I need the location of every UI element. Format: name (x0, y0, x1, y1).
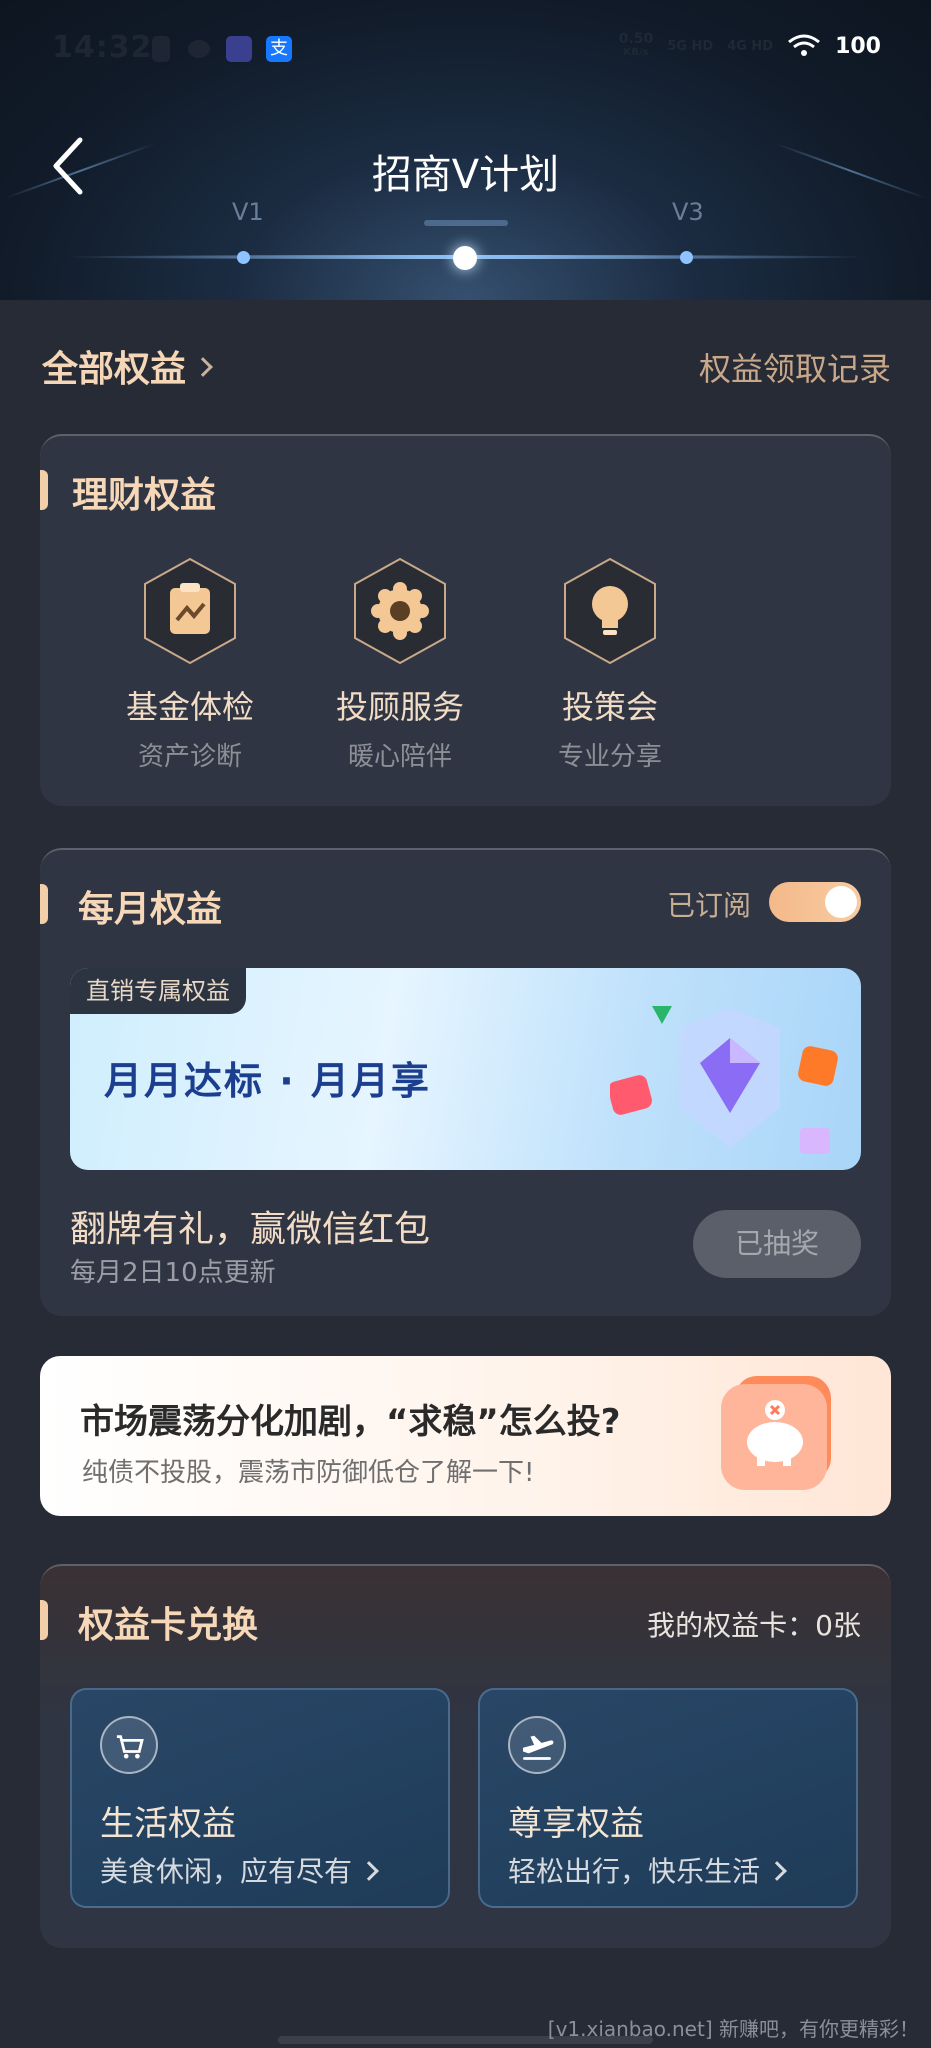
nav-header: 招商V计划 (0, 120, 931, 210)
level-dot-current (453, 246, 477, 270)
wealth-rights-card: 理财权益 基金体检 资产诊断 投顾服务 暖心陪伴 投策会 专业分享 (40, 434, 891, 806)
drawn-button[interactable]: 已抽奖 (693, 1210, 861, 1278)
level-dot-right (680, 251, 693, 264)
section-title: 理财权益 (72, 475, 217, 516)
rights-card-title: 尊享权益 (508, 1804, 644, 1844)
ad-subtitle: 纯债不投股，震荡市防御低仓了解一下! (82, 1458, 535, 1488)
chat-icon (188, 40, 210, 58)
clipboard-chart-icon (144, 557, 236, 665)
feature-name: 基金体检 (125, 688, 254, 726)
banner-text: 月月达标 · 月月享 (104, 1059, 431, 1103)
rights-records-link[interactable]: 权益领取记录 (699, 344, 891, 390)
section-accent (40, 1600, 48, 1640)
current-level-marker (424, 220, 508, 226)
page-title: 招商V计划 (371, 152, 560, 198)
level-progress-track: V1 V3 (0, 198, 931, 280)
rights-card-subtitle: 美食休闲，应有尽有 (100, 1850, 379, 1890)
all-rights-link[interactable]: 全部权益 (42, 340, 213, 392)
section-accent (40, 884, 48, 924)
ad-title: 市场震荡分化加剧，“求稳”怎么投? (80, 1402, 621, 1442)
wifi-icon (788, 34, 820, 56)
video-app-icon (226, 36, 252, 62)
promo-title: 翻牌有礼，赢微信红包 (70, 1209, 431, 1250)
subscribed-label: 已订阅 (666, 889, 751, 922)
feature-sub: 资产诊断 (137, 742, 242, 772)
section-accent (40, 470, 48, 510)
feature-strategy-meeting[interactable]: 投策会 专业分享 (520, 556, 700, 773)
status-time: 14:32 (52, 30, 153, 65)
signal-icon-4g: 4G HD (727, 38, 774, 54)
monthly-rights-card: 每月权益 已订阅 直销专属权益 月月达标 · 月月享 翻牌有礼，赢微信红包 每月… (40, 848, 891, 1316)
battery-level: 100 (835, 33, 881, 59)
level-label-left: V1 (232, 198, 264, 226)
life-rights-card[interactable]: 生活权益 美食休闲，应有尽有 (70, 1688, 450, 1908)
my-rights-cards-count: 我的权益卡：0张 (647, 1609, 861, 1642)
subscribe-toggle[interactable] (769, 882, 861, 922)
feature-advisory-service[interactable]: 投顾服务 暖心陪伴 (310, 556, 490, 773)
status-right: 0.50 KB/s 5G HD 4G HD 100 (619, 32, 881, 60)
chevron-right-icon (193, 357, 213, 377)
market-ad-card[interactable]: 市场震荡分化加剧，“求稳”怎么投? 纯债不投股，震荡市防御低仓了解一下! (40, 1356, 891, 1516)
alipay-icon: 支 (266, 36, 292, 62)
rights-card-title: 生活权益 (100, 1804, 236, 1844)
piggy-bank-icon (721, 1376, 831, 1490)
section-title: 权益卡兑换 (78, 1605, 259, 1646)
feature-fund-checkup[interactable]: 基金体检 资产诊断 (100, 556, 280, 773)
section-title: 每月权益 (78, 889, 223, 930)
chevron-right-icon (767, 1861, 787, 1881)
watermark: [v1.xianbao.net] 新赚吧，有你更精彩！ (547, 2017, 919, 2041)
feature-sub: 专业分享 (557, 742, 662, 772)
airplane-icon (508, 1716, 566, 1774)
feature-sub: 暖心陪伴 (347, 742, 452, 772)
exchange-card: 权益卡兑换 我的权益卡：0张 生活权益 美食休闲，应有尽有 尊享权益 轻松出行，… (40, 1564, 891, 1948)
cart-icon (100, 1716, 158, 1774)
level-label-right: V3 (672, 198, 704, 226)
status-bar: 14:32 支 0.50 KB/s 5G HD 4G HD 100 (0, 0, 931, 100)
promo-subtitle: 每月2日10点更新 (70, 1258, 276, 1288)
rights-card-subtitle: 轻松出行，快乐生活 (508, 1850, 787, 1890)
feature-name: 投策会 (561, 688, 658, 726)
chevron-right-icon (359, 1861, 379, 1881)
lightbulb-icon (564, 557, 656, 665)
signal-icon-5g: 5G HD (667, 38, 714, 54)
premium-rights-card[interactable]: 尊享权益 轻松出行，快乐生活 (478, 1688, 858, 1908)
gear-flower-icon (354, 557, 446, 665)
monthly-banner[interactable]: 直销专属权益 月月达标 · 月月享 (70, 968, 861, 1170)
level-dot-left (237, 251, 250, 264)
diamond-shield-icon (610, 1006, 838, 1154)
net-speed: 0.50 KB/s (618, 31, 654, 58)
toggle-knob (825, 886, 857, 918)
feature-name: 投顾服务 (335, 688, 464, 726)
sim-icon (152, 36, 170, 62)
banner-tag: 直销专属权益 (70, 968, 246, 1014)
